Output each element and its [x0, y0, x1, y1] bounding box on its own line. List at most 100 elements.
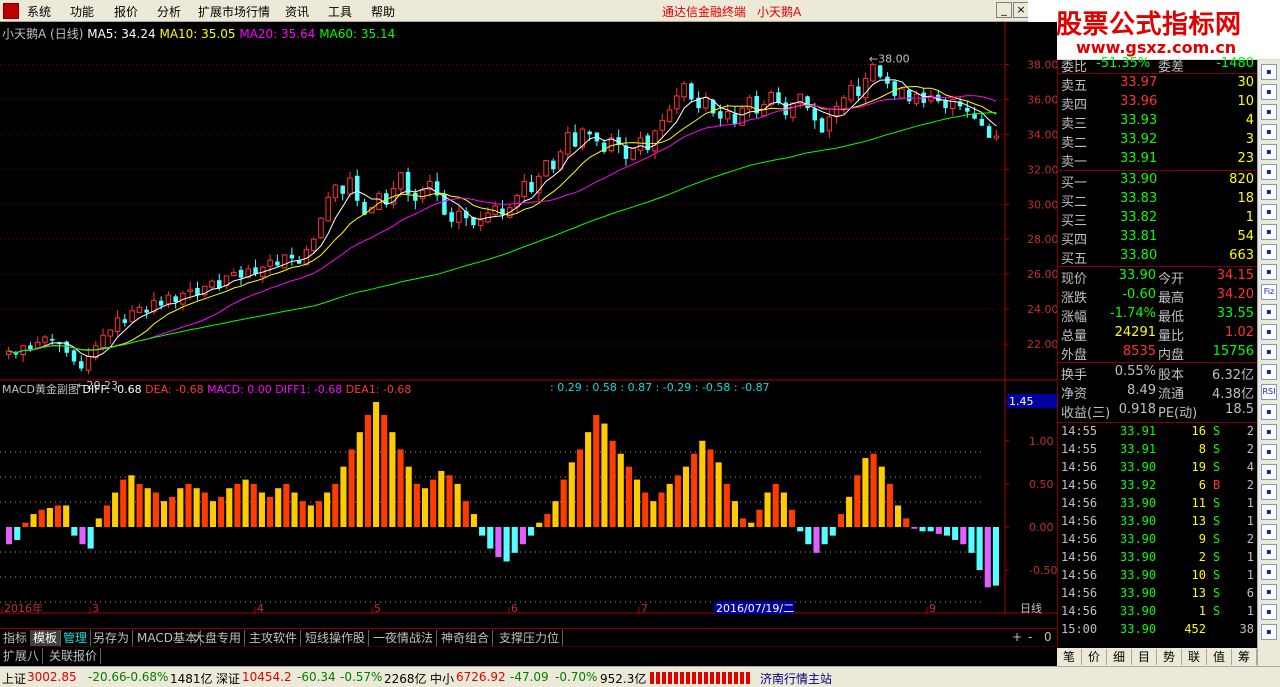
app-icon	[3, 3, 19, 19]
grid-icon[interactable]: ▪	[1261, 344, 1277, 360]
macd-indicator-name: MACD黄金副图	[2, 383, 79, 396]
scroll-up-icon[interactable]: ▪	[1261, 64, 1277, 80]
grid6-icon[interactable]: ▪	[1261, 564, 1277, 580]
indicator-tab[interactable]: 短线操作股	[302, 630, 370, 646]
indicator-tab[interactable]: 支撑压力位	[496, 630, 564, 646]
menu-news[interactable]: 资讯	[285, 3, 309, 20]
zoom-out-icon[interactable]: ▪	[1261, 264, 1277, 280]
macd-bar	[226, 488, 233, 527]
window2-icon[interactable]: ▪	[1261, 584, 1277, 600]
buy-level-row[interactable]: 买五 33.80 663	[1058, 248, 1258, 267]
sell-level-row[interactable]: 卖五 33.97 30	[1058, 75, 1258, 94]
buy-level-row[interactable]: 买二 33.83 18	[1058, 191, 1258, 210]
chart-area[interactable]: 38.00 36.00 34.00 32.00 30.00 28.00 26.00 24.00…	[0, 22, 1057, 615]
extension-tab[interactable]: 扩展八	[0, 648, 44, 664]
indicator-tab[interactable]: 大盘专用	[190, 630, 246, 646]
quote-tab[interactable]: 细	[1107, 649, 1132, 665]
macd-bar	[756, 509, 763, 527]
candle-body	[776, 92, 781, 103]
add-pane-button[interactable]: +	[1012, 630, 1022, 644]
tick-side: S	[1213, 442, 1221, 456]
sell-level-row[interactable]: 卖三 33.93 4	[1058, 113, 1258, 132]
compare-icon[interactable]: ▪	[1261, 324, 1277, 340]
indicator-tab[interactable]: 模板	[30, 630, 62, 646]
menu-quote[interactable]: 报价	[114, 3, 138, 20]
info-icon[interactable]: ▪	[1261, 204, 1277, 220]
candle-body	[826, 116, 833, 132]
indicator-tab[interactable]: 神奇组合	[438, 630, 494, 646]
macd-bar	[666, 483, 673, 527]
quote-tab[interactable]: 目	[1132, 649, 1157, 665]
candle-icon[interactable]: ▪	[1261, 104, 1277, 120]
macd-bar	[585, 432, 592, 527]
line-icon[interactable]: ▪	[1261, 124, 1277, 140]
indicator-tab[interactable]: 指标	[0, 630, 32, 646]
sell-level-label: 卖二	[1061, 136, 1088, 151]
buy-level-row[interactable]: 买四 33.81 54	[1058, 229, 1258, 248]
macd-bar	[952, 527, 959, 540]
close-button[interactable]: ×	[1013, 2, 1029, 18]
quote-tab[interactable]: 值	[1207, 649, 1232, 665]
settings-icon[interactable]: ▪	[1261, 224, 1277, 240]
indicator-tab[interactable]: 一夜情战法	[370, 630, 438, 646]
indicator-tab[interactable]: 主攻软件	[246, 630, 302, 646]
quote-tab[interactable]: 联	[1182, 649, 1207, 665]
quote-tab[interactable]: 笔	[1057, 649, 1082, 665]
indicator-tab[interactable]: 另存为	[90, 630, 134, 646]
menu-function[interactable]: 功能	[70, 3, 94, 20]
indicator-tabs: 指标 模板 管理 另存为 MACD基本 大盘专用 主攻软件 短线操作股 一夜情战法 神奇组合 支撑压…	[0, 628, 1057, 646]
buy-level-price: 33.90	[1120, 172, 1158, 187]
tick-side: B	[1213, 478, 1221, 492]
quote-tab[interactable]: 势	[1157, 649, 1182, 665]
rsi-icon[interactable]: RSI	[1261, 384, 1277, 400]
remove-pane-button[interactable]: -	[1028, 630, 1032, 644]
buy-level-row[interactable]: 买一 33.90 820	[1058, 172, 1258, 191]
menu-tools[interactable]: 工具	[328, 3, 352, 20]
reset-pane-button[interactable]: 0	[1044, 630, 1052, 644]
grid3-icon[interactable]: ▪	[1261, 504, 1277, 520]
draw-icon[interactable]: ▪	[1261, 364, 1277, 380]
zoom-in-icon[interactable]: ▪	[1261, 244, 1277, 260]
menu-help[interactable]: 帮助	[371, 3, 395, 20]
buy-level-row[interactable]: 买三 33.82 1	[1058, 210, 1258, 229]
candle-body	[543, 160, 549, 177]
fundamental-label: PE(动)	[1158, 406, 1198, 421]
macd-bar	[120, 479, 127, 527]
layout-icon[interactable]: ▪	[1261, 304, 1277, 320]
macd-bar	[821, 527, 828, 545]
extension-tab[interactable]: 关联报价	[46, 648, 102, 664]
tool-icon[interactable]: ▪	[1261, 404, 1277, 420]
grid4-icon[interactable]: ▪	[1261, 524, 1277, 540]
tick-volume: 6	[1198, 478, 1206, 492]
menu-extended-market[interactable]: 扩展市场行情	[198, 3, 270, 20]
chart-type-icon[interactable]: ▪	[1261, 84, 1277, 100]
sell-level-row[interactable]: 卖一 33.91 23	[1058, 151, 1258, 170]
ma5-label: MA5: 34.24	[87, 27, 156, 41]
period-label[interactable]: 日线	[1020, 601, 1042, 615]
sell-level-row[interactable]: 卖四 33.96 10	[1058, 94, 1258, 113]
volume-icon[interactable]: ▪	[1261, 164, 1277, 180]
candle-body	[477, 219, 484, 226]
indicator-tab[interactable]: 管理	[60, 630, 92, 646]
sell-level-row[interactable]: 卖二 33.92 3	[1058, 132, 1258, 151]
grid5-icon[interactable]: ▪	[1261, 544, 1277, 560]
move-icon[interactable]: ▪	[1261, 424, 1277, 440]
window-icon[interactable]: ▪	[1261, 184, 1277, 200]
macd-bar	[568, 462, 575, 527]
fiz-icon[interactable]: Fiz	[1261, 284, 1277, 300]
grid2-icon[interactable]: ▪	[1261, 484, 1277, 500]
menu-system[interactable]: 系统	[27, 3, 51, 20]
scroll-down-icon[interactable]: ▪	[1261, 624, 1277, 640]
macd-label: MACD: 0.00	[207, 383, 272, 396]
menu-analysis[interactable]: 分析	[157, 3, 181, 20]
candle-body	[136, 306, 143, 313]
arrows-icon[interactable]: ▪	[1261, 444, 1277, 460]
indicator-icon[interactable]: ▪	[1261, 144, 1277, 160]
kline-chart[interactable]: 38.0036.0034.0032.0030.0028.0026.0024.00…	[0, 22, 1057, 615]
window3-icon[interactable]: ▪	[1261, 604, 1277, 620]
target-icon[interactable]: ▪	[1261, 464, 1277, 480]
quote-tab[interactable]: 价	[1082, 649, 1107, 665]
quote-tab[interactable]: 筹	[1232, 649, 1257, 665]
minimize-button[interactable]: _	[996, 2, 1012, 18]
tick-volume: 10	[1191, 568, 1206, 582]
